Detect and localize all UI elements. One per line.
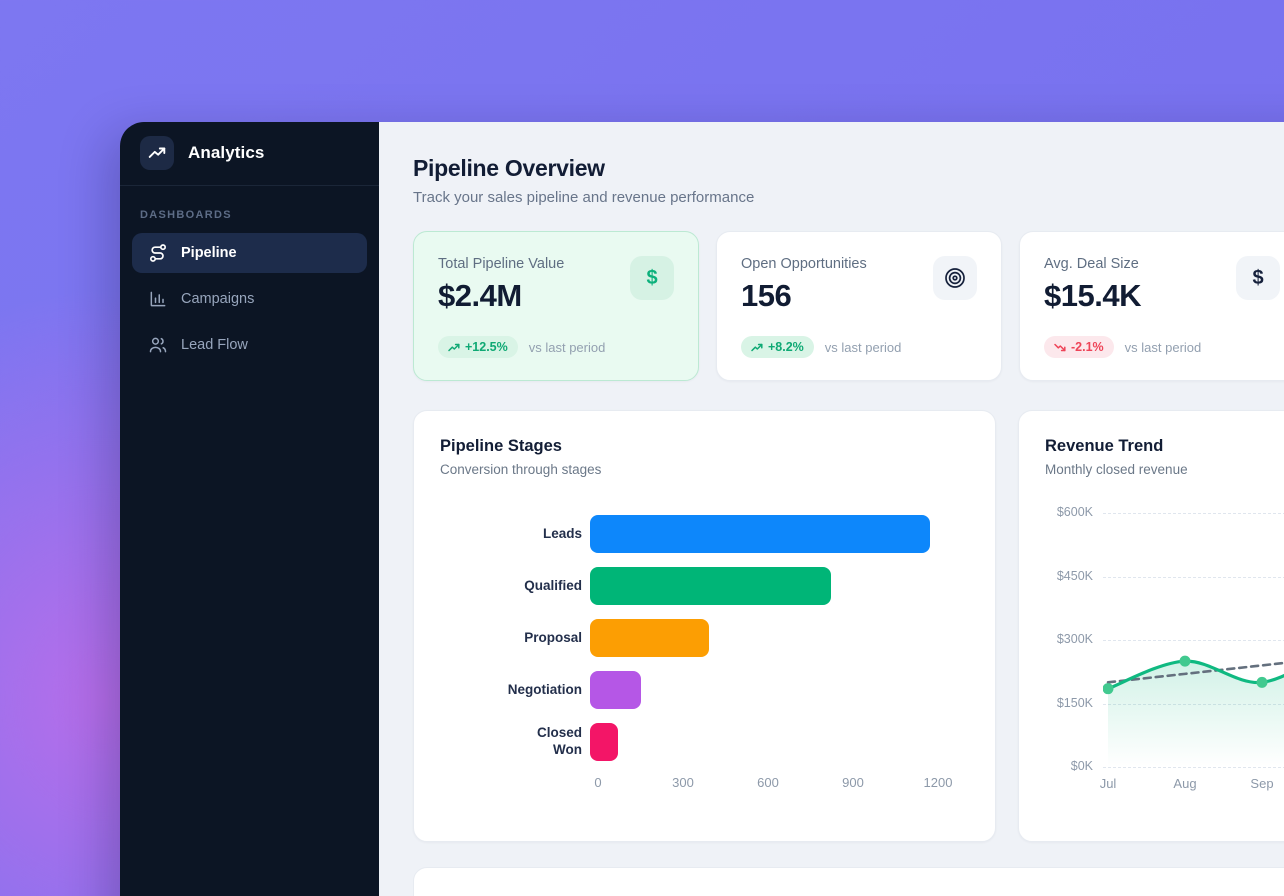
- app-title: Analytics: [188, 143, 265, 163]
- x-tick-label: Sep: [1250, 776, 1273, 791]
- bar-row: Proposal: [440, 619, 969, 657]
- trending-up-icon: [148, 144, 166, 162]
- kpi-note: vs last period: [825, 340, 902, 355]
- x-tick-label: Jul: [1100, 776, 1117, 791]
- bar-track: [590, 567, 930, 605]
- trend-up-icon: [448, 343, 460, 352]
- delta-badge: +8.2%: [741, 336, 814, 358]
- y-tick-label: $300K: [1045, 632, 1093, 646]
- bar-chart-x-axis: 03006009001200: [598, 775, 938, 793]
- sidebar-item-pipeline[interactable]: Pipeline: [132, 233, 367, 273]
- pipeline-stages-card: Pipeline Stages Conversion through stage…: [413, 410, 996, 842]
- bar-chart-icon: [148, 289, 168, 309]
- kpi-card-open-opportunities[interactable]: Open Opportunities 156 +8.2% vs last per…: [716, 231, 1002, 381]
- app-window: Analytics DASHBOARDS Pipeline Campaigns …: [120, 122, 1284, 896]
- route-icon: [148, 243, 168, 263]
- bar-category-label: Proposal: [440, 630, 590, 647]
- x-tick-label: Aug: [1173, 776, 1196, 791]
- main-content: Pipeline Overview Track your sales pipel…: [379, 122, 1284, 896]
- chart-subtitle: Conversion through stages: [440, 462, 969, 477]
- sidebar-section-label: DASHBOARDS: [140, 209, 359, 221]
- x-tick-label: 600: [757, 775, 779, 790]
- page-title: Pipeline Overview: [413, 155, 1284, 182]
- bar-segment[interactable]: [590, 515, 930, 553]
- x-tick-label: 1200: [924, 775, 953, 790]
- partial-bottom-card: [413, 867, 1284, 896]
- trend-down-icon: [1054, 343, 1066, 352]
- bar-category-label: Closed Won: [440, 725, 590, 759]
- analytics-logo: [140, 136, 174, 170]
- x-tick-label: 300: [672, 775, 694, 790]
- sidebar-item-campaigns[interactable]: Campaigns: [132, 279, 367, 319]
- bar-segment[interactable]: [590, 619, 709, 657]
- line-chart-plot: [1103, 498, 1284, 798]
- x-tick-label: 0: [594, 775, 601, 790]
- chart-subtitle: Monthly closed revenue: [1045, 462, 1284, 477]
- sidebar-item-lead-flow[interactable]: Lead Flow: [132, 325, 367, 365]
- bar-track: [590, 671, 930, 709]
- bar-row: Closed Won: [440, 723, 969, 761]
- dollar-icon: $: [1236, 256, 1280, 300]
- bar-category-label: Qualified: [440, 578, 590, 595]
- bar-chart: Leads Qualified Proposal Negotiation Closed …: [440, 515, 969, 761]
- target-icon: [933, 256, 977, 300]
- bar-category-label: Negotiation: [440, 682, 590, 699]
- revenue-trend-card: Revenue Trend Monthly closed revenue $60…: [1018, 410, 1284, 842]
- users-icon: [148, 335, 168, 355]
- y-tick-label: $450K: [1045, 569, 1093, 583]
- bar-category-label: Leads: [440, 526, 590, 543]
- y-tick-label: $0K: [1045, 759, 1093, 773]
- dollar-icon: $: [630, 256, 674, 300]
- bar-track: [590, 515, 930, 553]
- delta-badge: +12.5%: [438, 336, 518, 358]
- data-point[interactable]: [1103, 683, 1114, 694]
- chart-title: Revenue Trend: [1045, 437, 1284, 456]
- sidebar-item-label: Lead Flow: [181, 337, 248, 353]
- charts-row: Pipeline Stages Conversion through stage…: [413, 410, 1284, 842]
- data-point[interactable]: [1180, 656, 1191, 667]
- sidebar-item-label: Campaigns: [181, 291, 254, 307]
- bar-segment[interactable]: [590, 723, 618, 761]
- kpi-card-avg-deal-size[interactable]: Avg. Deal Size $15.4K $ -2.1% vs last pe…: [1019, 231, 1284, 381]
- sidebar-item-label: Pipeline: [181, 245, 237, 261]
- bar-row: Qualified: [440, 567, 969, 605]
- sidebar-nav: Pipeline Campaigns Lead Flow: [120, 233, 379, 371]
- kpi-note: vs last period: [1125, 340, 1202, 355]
- y-tick-label: $150K: [1045, 696, 1093, 710]
- bar-row: Negotiation: [440, 671, 969, 709]
- y-tick-label: $600K: [1045, 505, 1093, 519]
- kpi-note: vs last period: [529, 340, 606, 355]
- chart-title: Pipeline Stages: [440, 437, 969, 456]
- bar-segment[interactable]: [590, 671, 641, 709]
- bar-segment[interactable]: [590, 567, 831, 605]
- kpi-row: Total Pipeline Value $2.4M $ +12.5% vs l…: [413, 231, 1284, 381]
- bar-row: Leads: [440, 515, 969, 553]
- line-chart: $600K$450K$300K$150K$0K JulAugSepOct: [1045, 498, 1284, 798]
- page-subtitle: Track your sales pipeline and revenue pe…: [413, 189, 1284, 206]
- x-tick-label: 900: [842, 775, 864, 790]
- sidebar: Analytics DASHBOARDS Pipeline Campaigns …: [120, 122, 379, 896]
- sidebar-header: Analytics: [120, 122, 379, 186]
- bar-track: [590, 619, 930, 657]
- trend-up-icon: [751, 343, 763, 352]
- delta-badge: -2.1%: [1044, 336, 1114, 358]
- kpi-card-total-pipeline-value[interactable]: Total Pipeline Value $2.4M $ +12.5% vs l…: [413, 231, 699, 381]
- data-point[interactable]: [1257, 677, 1268, 688]
- bar-track: [590, 723, 930, 761]
